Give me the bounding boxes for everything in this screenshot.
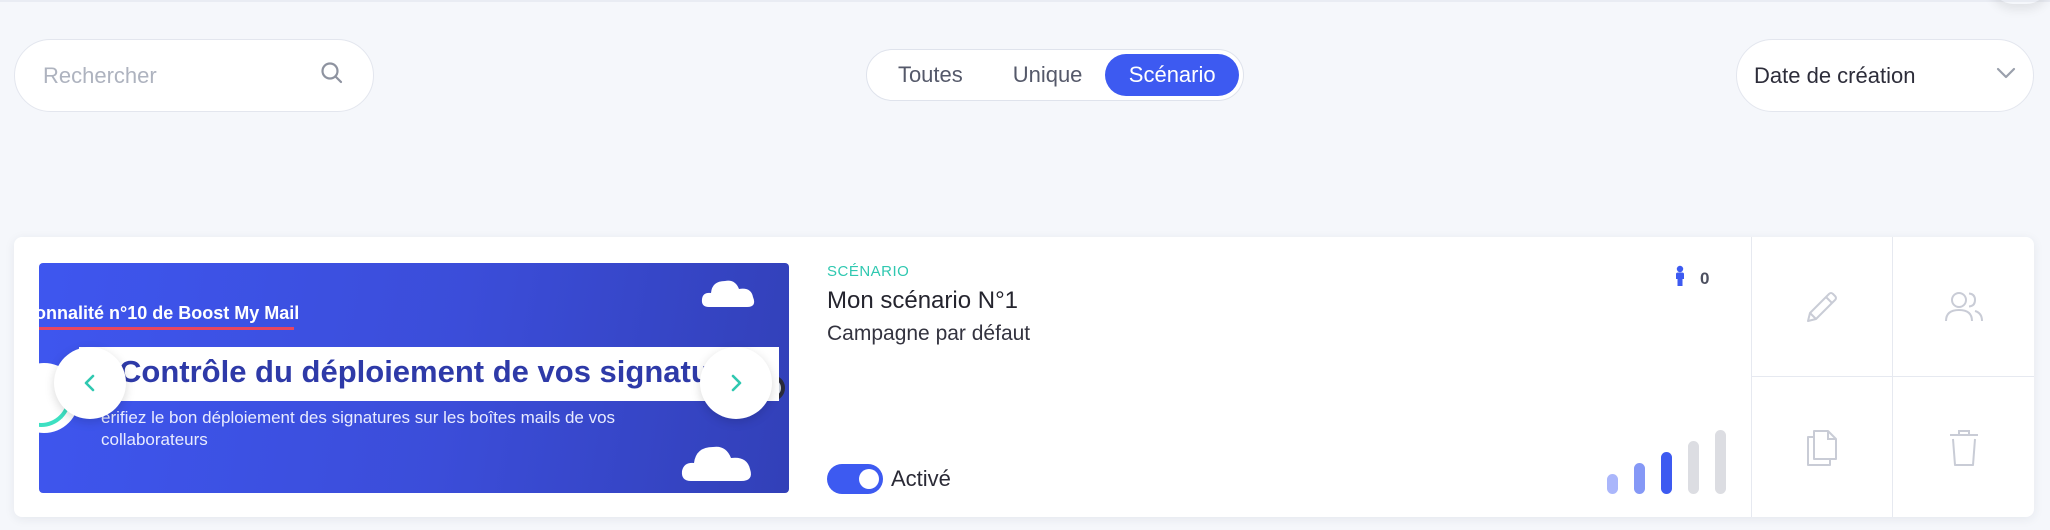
signal-bar: [1688, 441, 1699, 494]
edit-button[interactable]: [1752, 237, 1893, 377]
campaign-group: Campagne par défaut: [827, 322, 1031, 345]
search-box[interactable]: Rechercher: [14, 39, 374, 112]
copy-icon: [1807, 430, 1837, 466]
banner-kicker: onnalité n°10 de Boost My Mail: [39, 303, 300, 323]
campaign-card: onnalité n°10 de Boost My Mail Contrôle …: [14, 237, 2034, 517]
sort-value: Date de création: [1754, 62, 1916, 88]
chevron-right-icon: [731, 374, 742, 392]
carousel-next-button[interactable]: [700, 347, 772, 419]
campaign-info: SCÉNARIO Mon scénario N°1 Campagne par d…: [827, 263, 1030, 346]
sort-select[interactable]: Date de création: [1736, 39, 2034, 112]
signal-strength: [1607, 430, 1729, 494]
card-actions: [1751, 237, 2034, 517]
users-button[interactable]: [1893, 237, 2034, 377]
banner-description: érifiez le bon déploiement des signature…: [101, 408, 616, 449]
carousel-prev-button[interactable]: [54, 347, 126, 419]
banner-underline: [39, 327, 294, 330]
status-toggle[interactable]: [827, 464, 883, 494]
search-icon[interactable]: [319, 60, 345, 91]
status-label: Activé: [891, 466, 951, 491]
cloud-icon: [679, 435, 759, 485]
signal-bar: [1715, 430, 1726, 494]
top-divider: [0, 0, 2050, 2]
cloud-icon: [699, 271, 759, 311]
banner-headline: Contrôle du déploiement de vos signature…: [119, 354, 757, 389]
campaign-type: SCÉNARIO: [827, 263, 910, 280]
filter-unique[interactable]: Unique: [990, 54, 1106, 96]
type-filter: Toutes Unique Scénario: [866, 49, 1244, 101]
pencil-icon: [1807, 291, 1837, 322]
signal-bar: [1661, 452, 1672, 494]
recipients-count: 0: [1674, 265, 1709, 292]
trash-icon: [1949, 430, 1978, 466]
campaign-name[interactable]: Mon scénario N°1: [827, 287, 1030, 315]
banner-image: onnalité n°10 de Boost My Mail Contrôle …: [39, 263, 789, 493]
search-placeholder[interactable]: Rechercher: [43, 63, 319, 89]
person-icon: [1674, 265, 1686, 292]
signal-bar: [1607, 474, 1618, 494]
toggle-knob: [859, 469, 879, 489]
signal-bar: [1634, 463, 1645, 494]
chevron-down-icon: [1995, 66, 2017, 85]
duplicate-button[interactable]: [1752, 377, 1893, 517]
filter-scenario[interactable]: Scénario: [1105, 54, 1239, 96]
users-icon: [1944, 291, 1983, 321]
delete-button[interactable]: [1893, 377, 2034, 517]
chevron-left-icon: [84, 374, 95, 392]
status-toggle-group: Activé: [827, 464, 951, 494]
recipients-number: 0: [1700, 268, 1710, 288]
filter-all[interactable]: Toutes: [871, 54, 990, 96]
